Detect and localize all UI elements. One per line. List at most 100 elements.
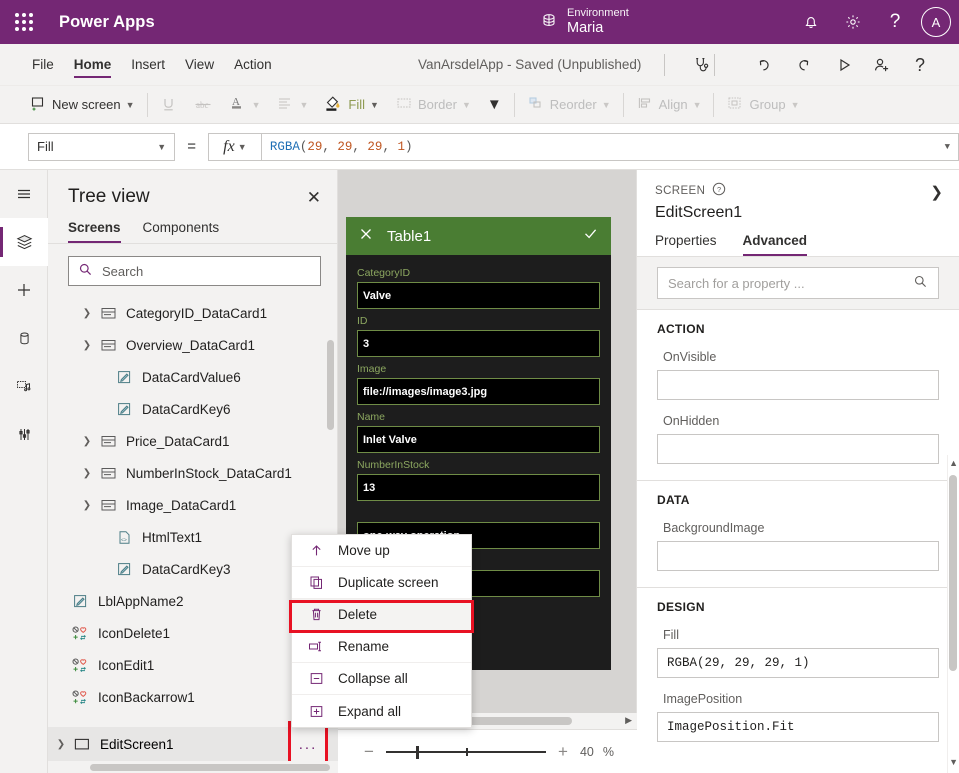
search-input[interactable]: Search [68,256,321,286]
app-checker-stethoscope-icon[interactable] [686,44,716,86]
tree-node-price-datacard1[interactable]: ❯ Price_DataCard1 [48,425,338,457]
tree-view-layers-icon[interactable] [0,218,48,266]
field-input[interactable]: 13 [357,474,600,501]
scrollbar-thumb[interactable] [90,764,330,771]
tree-node-numberinstock-datacard1[interactable]: ❯ NumberInStock_DataCard1 [48,457,338,489]
menu-item-action[interactable]: Action [224,44,282,86]
help-question-icon[interactable]: ? [905,44,935,86]
tab-advanced[interactable]: Advanced [742,233,807,256]
new-screen-button[interactable]: New screen ▼ [22,86,143,124]
tab-properties[interactable]: Properties [655,233,717,256]
undo-icon[interactable] [749,44,779,86]
chevron-right-icon[interactable]: ❯ [930,183,943,201]
chevron-right-icon[interactable]: ❯ [52,739,70,750]
property-search-input[interactable]: Search for a property ... [657,267,939,299]
context-menu-item-move-up[interactable]: Move up [292,535,471,567]
chevron-down-icon[interactable]: ❯ [78,500,96,511]
tree-node-overview-datacard1[interactable]: ❯ Overview_DataCard1 [48,329,338,361]
field-label: Image [357,363,387,375]
checkmark-icon[interactable] [582,225,599,247]
insert-plus-icon[interactable] [0,266,48,314]
context-menu-item-duplicate-screen[interactable]: Duplicate screen [292,567,471,599]
zoom-value: 40 [579,744,594,759]
bell-icon[interactable] [791,0,831,44]
scroll-up-arrow-icon[interactable]: ▲ [949,458,958,468]
field-input[interactable]: Inlet Valve [357,426,600,453]
field-input[interactable]: file://images/image3.jpg [357,378,600,405]
property-input[interactable] [657,370,939,400]
hamburger-menu-icon[interactable] [0,170,48,218]
property-input[interactable]: RGBA(29, 29, 29, 1) [657,648,939,678]
chevron-down-icon: ▼ [237,141,247,152]
avatar[interactable]: A [921,7,951,37]
more-options-chevron[interactable]: ▼ [479,86,510,124]
close-icon[interactable]: ✕ [307,189,321,206]
underline-icon[interactable] [152,86,185,124]
formula-input[interactable]: RGBA(29, 29, 29, 1) ▼ [260,132,959,161]
ribbon-toolbar: New screen ▼ abc A ▼ ▼ Fill ▼ Border ▼ ▼… [0,86,959,124]
waffle-icon[interactable] [0,0,48,44]
question-mark-icon[interactable]: ? [875,0,915,44]
tree-view-vertical-scrollbar[interactable] [327,340,334,430]
context-menu-item-delete[interactable]: Delete [292,599,471,631]
data-cylinder-icon[interactable] [0,314,48,362]
context-menu-item-collapse-all[interactable]: Collapse all [292,663,471,695]
align-objects-button[interactable]: Align ▼ [628,86,710,124]
app-save-status: VanArsdelApp - Saved (Unpublished) [418,57,642,72]
scroll-down-arrow-icon[interactable]: ▼ [949,757,958,767]
property-input[interactable] [657,434,939,464]
zoom-in-plus-icon[interactable]: + [555,742,571,762]
scrollbar-thumb[interactable] [949,475,957,671]
menu-item-home[interactable]: Home [64,44,122,86]
property-select-value: Fill [37,139,54,154]
gear-icon[interactable] [833,0,873,44]
tab-components[interactable]: Components [143,214,220,243]
property-input[interactable]: ImagePosition.Fit [657,712,939,742]
share-person-icon[interactable] [867,44,897,86]
zoom-out-minus-icon[interactable]: − [361,742,377,762]
chevron-down-icon[interactable]: ❯ [78,340,96,351]
chevron-right-icon[interactable]: ❯ [78,468,96,479]
zoom-slider-knob[interactable] [415,745,419,759]
tree-node-categoryid-datacard1[interactable]: ❯ CategoryID_DataCard1 [48,297,338,329]
menu-item-file[interactable]: File [22,44,64,86]
tree-node-datacardvalue6[interactable]: DataCardValue6 [48,361,338,393]
context-menu-item-expand-all[interactable]: Expand all [292,695,471,727]
media-icon[interactable] [0,362,48,410]
context-menu-item-rename[interactable]: Rename [292,631,471,663]
tree-node-editscreen1[interactable]: ❯ EditScreen1 ... [48,721,338,767]
play-preview-icon[interactable] [829,44,859,86]
fill-button[interactable]: Fill ▼ [316,86,387,124]
property-input[interactable] [657,541,939,571]
environment-selector[interactable]: Environment Maria [540,0,629,44]
field-input[interactable]: 3 [357,330,600,357]
tree-node-datacardkey6[interactable]: DataCardKey6 [48,393,338,425]
strikethrough-icon[interactable]: abc [185,86,221,124]
menu-item-insert[interactable]: Insert [121,44,175,86]
scroll-right-arrow-icon[interactable]: ▶ [625,715,632,726]
align-text-button[interactable]: ▼ [268,86,316,124]
chevron-down-icon[interactable]: ▼ [945,142,950,152]
advanced-tools-icon[interactable] [0,410,48,458]
font-color-button[interactable]: A ▼ [221,86,269,124]
property-select[interactable]: Fill ▼ [28,132,176,161]
tree-node-image-datacard1[interactable]: ❯ Image_DataCard1 [48,489,338,521]
zoom-slider[interactable] [385,745,546,759]
field-input[interactable]: Valve [357,282,600,309]
chevron-right-icon[interactable]: ❯ [78,436,96,447]
formula-arg-2: 29 [367,139,383,154]
data-card-icon [96,467,120,480]
help-circle-icon[interactable]: ? [712,182,726,199]
chevron-right-icon[interactable]: ❯ [78,308,96,319]
tree-view-horizontal-scrollbar[interactable] [48,761,338,773]
redo-icon[interactable] [789,44,819,86]
group-button[interactable]: Group ▼ [718,86,807,124]
fx-button[interactable]: fx ▼ [207,132,261,161]
reorder-button[interactable]: Reorder ▼ [519,86,619,124]
svg-text:A: A [232,96,240,108]
properties-kicker-label: SCREEN [655,184,706,197]
border-button[interactable]: Border ▼ [387,86,479,124]
menu-item-view[interactable]: View [175,44,224,86]
tab-screens[interactable]: Screens [68,214,121,243]
close-x-icon[interactable] [358,226,374,247]
